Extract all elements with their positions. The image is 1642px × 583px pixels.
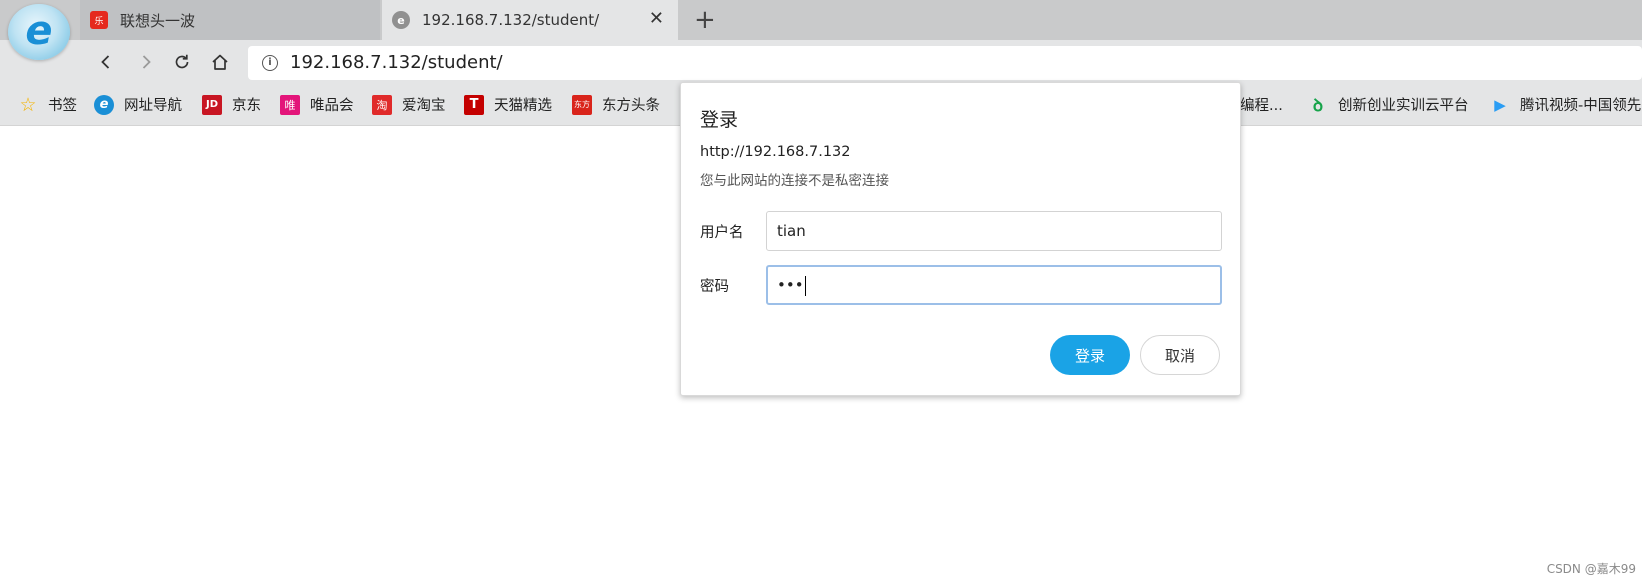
- address-text: 192.168.7.132/student/: [290, 52, 503, 73]
- vip-icon: 唯: [280, 94, 300, 115]
- bookmark-item[interactable]: JD 京东: [202, 94, 261, 115]
- username-field[interactable]: tian: [766, 211, 1222, 251]
- tab-lenovo[interactable]: 乐 联想头一波: [80, 0, 380, 40]
- toolbar: i 192.168.7.132/student/: [0, 40, 1642, 84]
- bookmark-label: 爱淘宝: [402, 98, 446, 114]
- bookmark-label: 书签: [48, 98, 77, 114]
- ie-icon: e: [94, 94, 114, 115]
- back-button[interactable]: [92, 48, 120, 76]
- tab-student[interactable]: e 192.168.7.132/student/ ✕: [382, 0, 678, 40]
- username-value: tian: [777, 222, 806, 240]
- reload-icon: [175, 54, 189, 69]
- bookmark-item[interactable]: 淘 爱淘宝: [372, 94, 446, 115]
- close-icon[interactable]: ✕: [649, 10, 664, 28]
- login-dialog: 登录 http://192.168.7.132 您与此网站的连接不是私密连接 用…: [680, 82, 1241, 396]
- bookmark-label: 编程...: [1240, 98, 1283, 114]
- tencent-video-icon: ▶: [1494, 95, 1506, 114]
- tab-title: 联想头一波: [120, 11, 196, 30]
- bookmark-item[interactable]: ▶ 腾讯视频-中国领先: [1490, 94, 1641, 115]
- tab-title: 192.168.7.132/student/: [422, 11, 600, 29]
- bookmark-label: 腾讯视频-中国领先: [1520, 98, 1642, 114]
- watermark: CSDN @嘉木99: [1546, 562, 1636, 576]
- browser-globe-icon: e: [392, 11, 410, 29]
- cloud-icon: ꝺ: [1312, 96, 1324, 116]
- password-value: •••: [777, 276, 804, 294]
- site-info-icon[interactable]: i: [262, 55, 278, 71]
- home-icon: [212, 54, 228, 70]
- tab-strip: 乐 联想头一波 e 192.168.7.132/student/ ✕ +: [0, 0, 1642, 40]
- browser-logo-icon[interactable]: e: [8, 4, 70, 60]
- bookmark-item[interactable]: e 网址导航: [94, 94, 182, 115]
- cancel-button[interactable]: 取消: [1140, 335, 1220, 375]
- forward-arrow-icon: [142, 55, 151, 69]
- connection-warning: 您与此网站的连接不是私密连接: [700, 173, 889, 189]
- bookmark-item[interactable]: 编程...: [1240, 94, 1283, 115]
- address-bar[interactable]: i 192.168.7.132/student/: [248, 46, 1642, 80]
- taobao-icon: 淘: [372, 94, 392, 115]
- username-label: 用户名: [700, 225, 744, 241]
- text-caret: [804, 275, 806, 296]
- back-arrow-icon: [101, 55, 110, 69]
- bookmark-item[interactable]: ꝺ 创新创业实训云平台: [1308, 94, 1469, 116]
- bookmark-label: 东方头条: [602, 98, 660, 114]
- bookmark-label: 天猫精选: [494, 98, 552, 114]
- tmall-icon: T: [464, 94, 484, 115]
- bookmark-label: 创新创业实训云平台: [1338, 98, 1469, 114]
- login-button[interactable]: 登录: [1050, 335, 1130, 375]
- jd-icon: JD: [202, 94, 222, 115]
- reload-button[interactable]: [168, 48, 196, 76]
- dialog-title: 登录: [700, 109, 739, 131]
- new-tab-button[interactable]: +: [694, 6, 716, 34]
- bookmark-label: 京东: [232, 98, 261, 114]
- password-field[interactable]: •••: [766, 265, 1222, 305]
- bookmark-label: 唯品会: [310, 98, 354, 114]
- forward-button[interactable]: [132, 48, 160, 76]
- bookmark-label: 网址导航: [124, 98, 182, 114]
- lenovo-red-icon: 乐: [90, 11, 108, 29]
- bookmark-item[interactable]: 唯 唯品会: [280, 94, 354, 115]
- bookmark-item[interactable]: ☆ 书签: [18, 93, 77, 116]
- dftt-icon: 东方: [572, 94, 592, 115]
- dialog-origin: http://192.168.7.132: [700, 144, 851, 160]
- home-button[interactable]: [206, 48, 234, 76]
- bookmark-item[interactable]: 东方 东方头条: [572, 94, 660, 115]
- password-label: 密码: [700, 279, 729, 295]
- bookmark-item[interactable]: T 天猫精选: [464, 94, 552, 115]
- star-icon: ☆: [19, 93, 37, 116]
